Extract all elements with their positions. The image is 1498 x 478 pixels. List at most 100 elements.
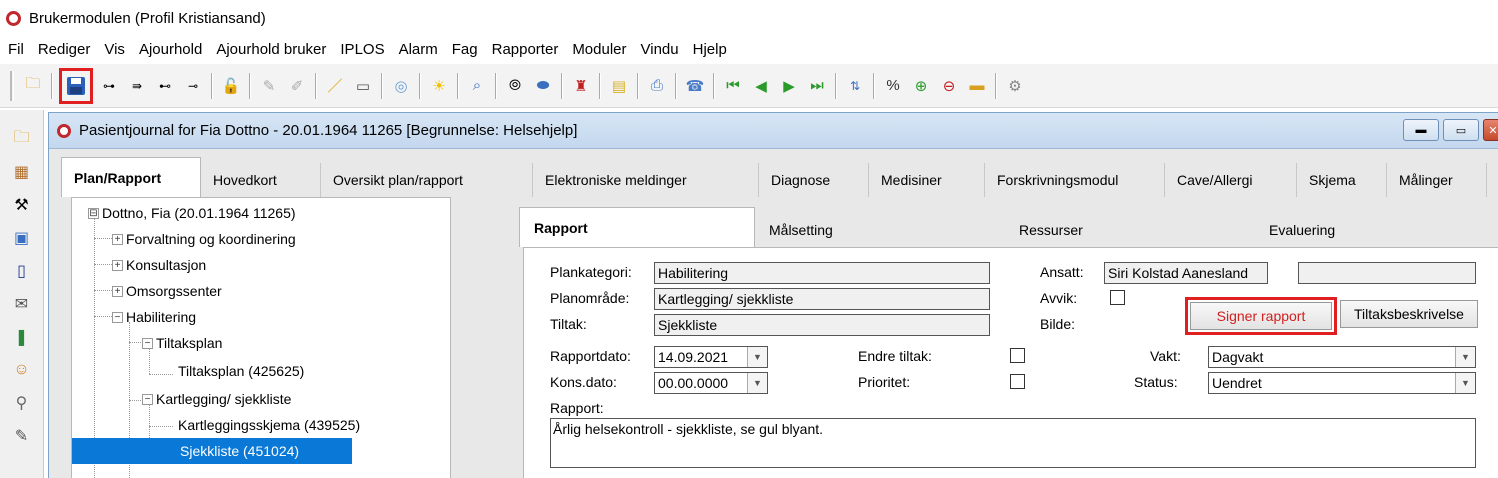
ruler-icon[interactable]: ▬	[964, 72, 990, 100]
open-folder-icon[interactable]: 🗀	[7, 124, 37, 154]
document-icon[interactable]: ▣	[7, 223, 37, 253]
search-icon[interactable]: ⌕	[464, 72, 490, 100]
first-icon[interactable]: ⏮	[720, 72, 746, 100]
pencil-icon[interactable]: ／	[322, 72, 348, 100]
tree-expand-icon[interactable]: ⊶	[96, 72, 122, 100]
tab-skjema[interactable]: Skjema	[1297, 163, 1387, 197]
tools-icon[interactable]: ⚙	[1002, 72, 1028, 100]
tree-item[interactable]: + Omsorgssenter	[112, 278, 222, 304]
zoom-out-icon[interactable]: ⊖	[936, 72, 962, 100]
print-icon[interactable]: ⎙	[644, 72, 670, 100]
tree-item[interactable]: − Habilitering	[112, 304, 196, 330]
stamp-icon[interactable]: ♜	[568, 72, 594, 100]
collapse-icon[interactable]: −	[142, 393, 153, 405]
tab-forskrivningsmodul[interactable]: Forskrivningsmodul	[985, 163, 1165, 197]
tools-icon[interactable]: ⚒	[7, 190, 37, 220]
ansatt-extra-field[interactable]	[1298, 262, 1476, 284]
binoculars-icon[interactable]: ⦾	[502, 72, 528, 100]
calendar-icon[interactable]: ▦	[7, 157, 37, 187]
menu-ajourhold-bruker[interactable]: Ajourhold bruker	[216, 41, 326, 58]
outline-icon[interactable]: ⊷	[152, 72, 178, 100]
endre-tiltak-checkbox[interactable]	[1010, 348, 1025, 363]
save-icon[interactable]	[59, 67, 93, 104]
menu-fag[interactable]: Fag	[452, 41, 478, 58]
open-folder-icon[interactable]: 🗀	[20, 72, 46, 100]
unlock-icon[interactable]: 🔓	[218, 72, 244, 100]
planomrade-field[interactable]: Kartlegging/ sjekkliste	[654, 288, 990, 310]
rapportdato-field[interactable]: 14.09.2021 ▼	[654, 346, 768, 368]
tiltaksbeskrivelse-button[interactable]: Tiltaksbeskrivelse	[1340, 300, 1478, 328]
clipboard-icon[interactable]: ▯	[7, 256, 37, 286]
tree-item[interactable]: Kartleggingsskjema (439525)	[178, 412, 360, 438]
tree-item[interactable]: ⊟ Dottno, Fia (20.01.1964 11265)	[88, 200, 296, 226]
chevron-down-icon[interactable]: ▼	[1455, 373, 1475, 393]
last-icon[interactable]: ⏭	[804, 72, 830, 100]
sort-icon[interactable]: ⇅	[842, 72, 868, 100]
ansatt-field[interactable]: Siri Kolstad Aanesland	[1104, 262, 1268, 284]
menu-rediger[interactable]: Rediger	[38, 41, 91, 58]
next-icon[interactable]: ▶	[776, 72, 802, 100]
sign-all-icon[interactable]: ✐	[284, 72, 310, 100]
menu-alarm[interactable]: Alarm	[399, 41, 438, 58]
cd-icon[interactable]: ◎	[388, 72, 414, 100]
menu-vis[interactable]: Vis	[104, 41, 125, 58]
tree-item[interactable]: + Konsultasjon	[112, 252, 206, 278]
chevron-down-icon[interactable]: ▼	[747, 347, 767, 367]
tab-oversikt-plan-rapport[interactable]: Oversikt plan/rapport	[321, 163, 533, 197]
tab-cave-allergi[interactable]: Cave/Allergi	[1165, 163, 1297, 197]
eraser-icon[interactable]: ⬬	[530, 72, 556, 100]
sign-icon[interactable]: ✎	[256, 72, 282, 100]
tiltak-field[interactable]: Sjekkliste	[654, 314, 990, 336]
expand-icon[interactable]: +	[112, 259, 123, 271]
tab-malsetting[interactable]: Målsetting	[755, 213, 1005, 247]
tab-medisiner[interactable]: Medisiner	[869, 163, 985, 197]
outline-alt-icon[interactable]: ⊸	[180, 72, 206, 100]
notes-icon[interactable]: ▤	[606, 72, 632, 100]
tab-rapport[interactable]: Rapport	[519, 207, 755, 247]
chevron-down-icon[interactable]: ▼	[747, 373, 767, 393]
menu-rapporter[interactable]: Rapporter	[492, 41, 559, 58]
maximize-icon[interactable]: ▭	[1443, 119, 1479, 141]
vakt-select[interactable]: Dagvakt ▼	[1208, 346, 1476, 368]
link-icon[interactable]: ⚲	[7, 388, 37, 418]
tree-collapse-icon[interactable]: ⇛	[124, 72, 150, 100]
fax-icon[interactable]: ☎	[682, 72, 708, 100]
plankategori-field[interactable]: Habilitering	[654, 262, 990, 284]
collapse-icon[interactable]: −	[112, 311, 123, 323]
tab-malinger[interactable]: Målinger	[1387, 163, 1487, 197]
card-icon[interactable]: ▭	[350, 72, 376, 100]
users-icon[interactable]: ☺	[7, 355, 37, 385]
menu-iplos[interactable]: IPLOS	[340, 41, 384, 58]
menu-ajourhold[interactable]: Ajourhold	[139, 41, 202, 58]
tab-diagnose[interactable]: Diagnose	[759, 163, 869, 197]
prev-icon[interactable]: ◀	[748, 72, 774, 100]
collapse-icon[interactable]: −	[142, 337, 153, 349]
chevron-down-icon[interactable]: ▼	[1455, 347, 1475, 367]
tree-item[interactable]: − Kartlegging/ sjekkliste	[142, 386, 291, 412]
expand-icon[interactable]: +	[112, 233, 123, 245]
tree-item-selected[interactable]: Sjekkliste (451024)	[72, 438, 352, 464]
edit-icon[interactable]: ✎	[7, 421, 37, 451]
tree-item[interactable]: + Forvaltning og koordinering	[112, 226, 296, 252]
tab-ressurser[interactable]: Ressurser	[1005, 213, 1255, 247]
percent-icon[interactable]: %	[880, 72, 906, 100]
tab-evaluering[interactable]: Evaluering	[1255, 213, 1498, 247]
toolbar-grip[interactable]	[10, 70, 14, 101]
book-icon[interactable]: ❚	[7, 322, 37, 352]
signer-rapport-button[interactable]: Signer rapport	[1185, 297, 1337, 335]
lightbulb-icon[interactable]: ☀	[426, 72, 452, 100]
tab-plan-rapport[interactable]: Plan/Rapport	[61, 157, 201, 197]
menu-hjelp[interactable]: Hjelp	[693, 41, 727, 58]
tab-elektroniske-meldinger[interactable]: Elektroniske meldinger	[533, 163, 759, 197]
avvik-checkbox[interactable]	[1110, 290, 1125, 305]
rapport-textarea[interactable]: Årlig helsekontroll - sjekkliste, se gul…	[550, 418, 1476, 468]
collapse-icon[interactable]: ⊟	[88, 207, 99, 219]
minimize-icon[interactable]: ▬	[1403, 119, 1439, 141]
konsdato-field[interactable]: 00.00.0000 ▼	[654, 372, 768, 394]
tree-item[interactable]: − Tiltaksplan	[142, 330, 222, 356]
mail-icon[interactable]: ✉	[7, 289, 37, 319]
menu-fil[interactable]: Fil	[8, 41, 24, 58]
close-icon[interactable]: ✕	[1483, 119, 1498, 141]
tree-item[interactable]: Tiltaksplan (425625)	[178, 358, 304, 384]
zoom-in-icon[interactable]: ⊕	[908, 72, 934, 100]
